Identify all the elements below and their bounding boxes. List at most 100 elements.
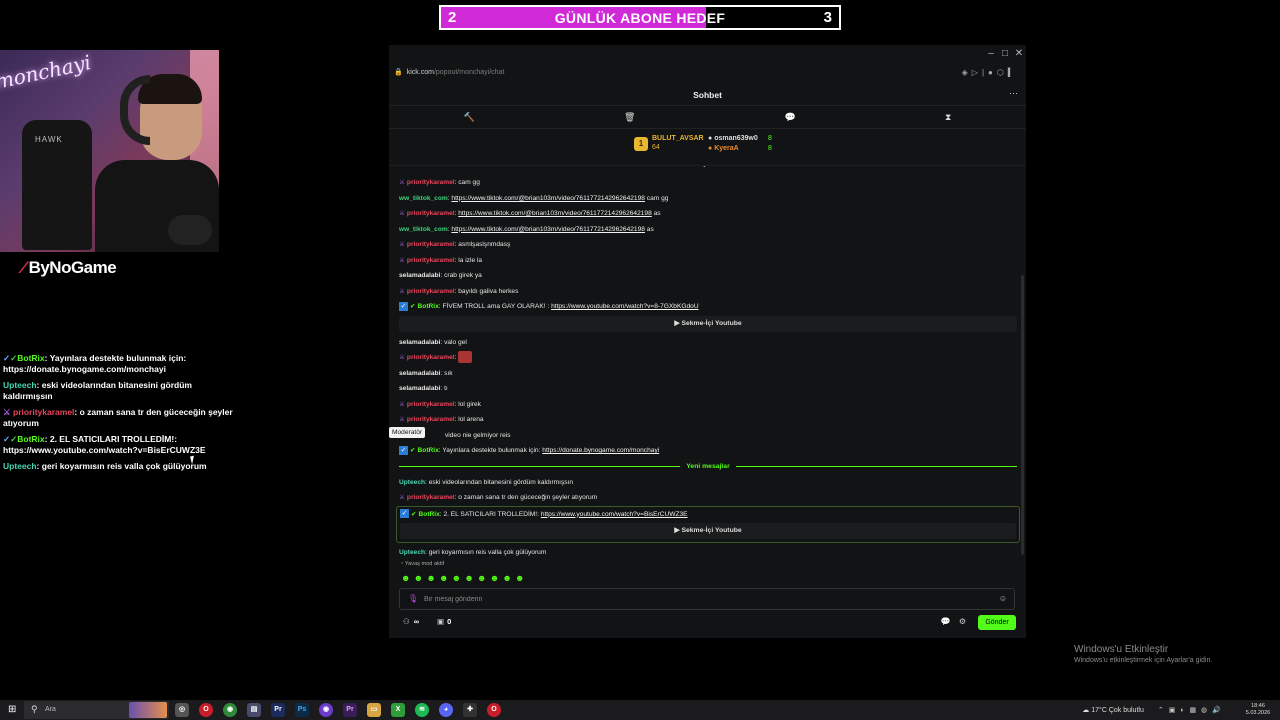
chat-message: ⚔ prioritykaramel: https://www.tiktok.com… bbox=[399, 210, 661, 217]
chat-message: Upteech: geri koyarmısın reis valla çok … bbox=[399, 549, 547, 556]
username[interactable]: prioritykaramel bbox=[407, 401, 455, 408]
username[interactable]: prioritykaramel bbox=[407, 179, 455, 186]
minimize-icon[interactable]: – bbox=[984, 45, 998, 63]
hourglass-icon[interactable]: ⧗ bbox=[945, 112, 951, 123]
username[interactable]: prioritykaramel bbox=[407, 257, 455, 264]
username[interactable]: ww_tiktok_com bbox=[399, 195, 448, 202]
username[interactable]: prioritykaramel bbox=[407, 494, 455, 501]
send-button[interactable]: Gönder bbox=[978, 615, 1016, 630]
chrome-icon[interactable]: ◉ bbox=[223, 703, 237, 717]
app-icon[interactable]: ✚ bbox=[463, 703, 477, 717]
message-text: video nie gelmiyor reis bbox=[445, 431, 511, 439]
username[interactable]: ww_tiktok_com bbox=[399, 226, 448, 233]
username[interactable]: prioritykaramel bbox=[407, 210, 455, 217]
username[interactable]: selamadalabi bbox=[399, 272, 440, 279]
excel-icon[interactable]: X bbox=[391, 703, 405, 717]
more-options-icon[interactable]: ⋯ bbox=[1009, 88, 1018, 99]
maximize-icon[interactable]: □ bbox=[998, 45, 1012, 63]
overlay-username: BotRix bbox=[17, 353, 45, 363]
bot-icon: ✓ bbox=[399, 301, 408, 311]
chat-message: Upteech: eski videolarından bitanesini g… bbox=[399, 478, 574, 486]
chat-settings-bubble-icon[interactable]: 💬 bbox=[941, 617, 959, 626]
message-text: lol girek bbox=[458, 400, 481, 408]
chat-scrollbar[interactable] bbox=[1021, 275, 1024, 555]
youtube-embed-button[interactable]: ▶ Sekme-İçi Youtube bbox=[400, 523, 1016, 539]
username[interactable]: prioritykaramel bbox=[407, 354, 455, 361]
cloud-icon: ☁ bbox=[1082, 707, 1092, 714]
url-host: kick.com bbox=[406, 69, 434, 76]
verified-icon: ✔ bbox=[410, 303, 416, 310]
obs-icon[interactable]: ◉ bbox=[319, 703, 333, 717]
leader-first-name[interactable]: BULUT_AVSAR bbox=[652, 135, 704, 142]
weather-widget[interactable]: ☁ 17°C Çok bulutlu bbox=[1082, 706, 1144, 714]
opera-gx-icon[interactable]: O bbox=[487, 703, 501, 717]
spotify-icon[interactable]: ≋ bbox=[415, 703, 429, 717]
address-bar[interactable]: 🔒 kick.com/popout/monchayi/chat bbox=[394, 68, 504, 76]
leader-third-name[interactable]: ● KyeraA bbox=[708, 145, 739, 152]
microphone-icon[interactable]: 🎙 bbox=[408, 594, 418, 603]
leader-second-name[interactable]: ● osman639w0 bbox=[708, 135, 758, 142]
message-text: geri koyarmısın reis valla çok gülüyorum bbox=[428, 549, 547, 556]
windows-start-icon[interactable]: ⊞ bbox=[8, 704, 16, 715]
gear-icon[interactable]: ⚙ bbox=[959, 617, 974, 626]
moderator-icon: ⚔ bbox=[3, 407, 11, 417]
username[interactable]: selamadalabi bbox=[399, 339, 440, 346]
chat-title: Sohbet bbox=[693, 90, 722, 100]
username[interactable]: BotRix bbox=[419, 511, 440, 518]
overlay-message: ⚔ prioritykaramel: o zaman sana tr den g… bbox=[3, 407, 233, 428]
steam-icon[interactable]: ◎ bbox=[175, 703, 189, 717]
overlay-message: ✓✓BotRix: 2. EL SATICILARI TROLLEDİM!: h… bbox=[3, 434, 206, 455]
message-link[interactable]: https://www.tiktok.com/@brian103m/video/… bbox=[458, 210, 652, 217]
message-text: as bbox=[653, 210, 661, 217]
photoshop-icon[interactable]: Ps bbox=[295, 703, 309, 717]
message-link[interactable]: https://www.tiktok.com/@brian103m/video/… bbox=[451, 226, 645, 233]
username[interactable]: BotRix bbox=[418, 447, 439, 454]
premiere-icon[interactable]: Pr bbox=[271, 703, 285, 717]
username[interactable]: selamadalabi bbox=[399, 385, 440, 392]
browser-extension-icons[interactable]: ◈▷|●⬡▍ bbox=[962, 68, 1018, 77]
close-icon[interactable]: ✕ bbox=[1012, 45, 1026, 63]
quick-emote-bar[interactable]: ☻☻☻☻☻☻☻☻☻☻ bbox=[401, 573, 528, 583]
slow-mode-text: Yavaş mod aktif bbox=[404, 561, 445, 567]
goal-title: GÜNLÜK ABONE HEDEF bbox=[554, 10, 726, 26]
file-explorer-icon[interactable]: ▭ bbox=[367, 703, 381, 717]
watermark-subtitle: Windows'u etkinleştirmek için Ayarlar'a … bbox=[1074, 657, 1213, 664]
message-link[interactable]: https://www.youtube.com/watch?v=8-7GXbKG… bbox=[551, 303, 699, 310]
notepad-icon[interactable]: ▤ bbox=[247, 703, 261, 717]
channel-points[interactable]: ▣ 0 bbox=[437, 617, 451, 626]
message-text: o zaman sana tr den güceceğin şeyler atı… bbox=[458, 494, 598, 501]
chat-message: ⚔ prioritykaramel: bbox=[399, 350, 1017, 366]
discord-icon[interactable]: ◕ bbox=[439, 703, 453, 717]
premiere-project-icon[interactable]: Pr bbox=[343, 703, 357, 717]
chair-logo: HAWK bbox=[35, 135, 63, 144]
username[interactable]: prioritykaramel bbox=[407, 416, 455, 423]
chat-message: ww_tiktok_com: https://www.tiktok.com/@b… bbox=[399, 225, 654, 233]
viewer-indicator[interactable]: ⚇ ∞ bbox=[403, 617, 419, 626]
username[interactable]: Upteech bbox=[399, 479, 425, 486]
message-link[interactable]: https://donate.bynogame.com/monchayi bbox=[542, 447, 659, 454]
message-text: cam gg bbox=[458, 179, 480, 186]
username[interactable]: prioritykaramel bbox=[407, 241, 455, 248]
highlighted-message: ✓ ✔ BotRix: 2. EL SATICILARI TROLLEDİM!: h… bbox=[396, 505, 1020, 543]
embed-label: Sekme-İçi Youtube bbox=[681, 319, 742, 327]
chat-bubble-icon[interactable]: 💬 bbox=[785, 112, 796, 123]
username[interactable]: Upteech bbox=[399, 549, 425, 556]
bot-icon: ✓ bbox=[399, 445, 408, 455]
mod-hammer-icon[interactable]: 🔨 bbox=[464, 112, 475, 123]
username[interactable]: BotRix bbox=[418, 303, 439, 310]
taskbar-search[interactable]: ⚲ Ara bbox=[24, 701, 169, 719]
emoji-picker-icon[interactable]: ☺ bbox=[999, 594, 1007, 603]
trash-icon[interactable]: 🗑 bbox=[624, 112, 635, 123]
overlay-username: Upteech bbox=[3, 461, 37, 471]
username[interactable]: prioritykaramel bbox=[407, 288, 455, 295]
taskbar-clock[interactable]: 18:46 5.03.2026 bbox=[1236, 703, 1280, 717]
chat-message-input[interactable] bbox=[424, 593, 984, 606]
chat-popout-window: – □ ✕ 🔒 kick.com/popout/monchayi/chat ◈▷|… bbox=[389, 45, 1026, 638]
message-link[interactable]: https://www.youtube.com/watch?v=BisErCUW… bbox=[541, 511, 688, 518]
username[interactable]: selamadalabi bbox=[399, 370, 440, 377]
opera-icon[interactable]: O bbox=[199, 703, 213, 717]
moderator-icon: ⚔ bbox=[399, 241, 405, 248]
message-link[interactable]: https://www.tiktok.com/@brian103m/video/… bbox=[451, 195, 645, 202]
tray-icons[interactable]: ⌃▣◐▦◍🔊 bbox=[1158, 706, 1226, 714]
youtube-embed-button[interactable]: ▶ Sekme-İçi Youtube bbox=[399, 315, 1017, 332]
